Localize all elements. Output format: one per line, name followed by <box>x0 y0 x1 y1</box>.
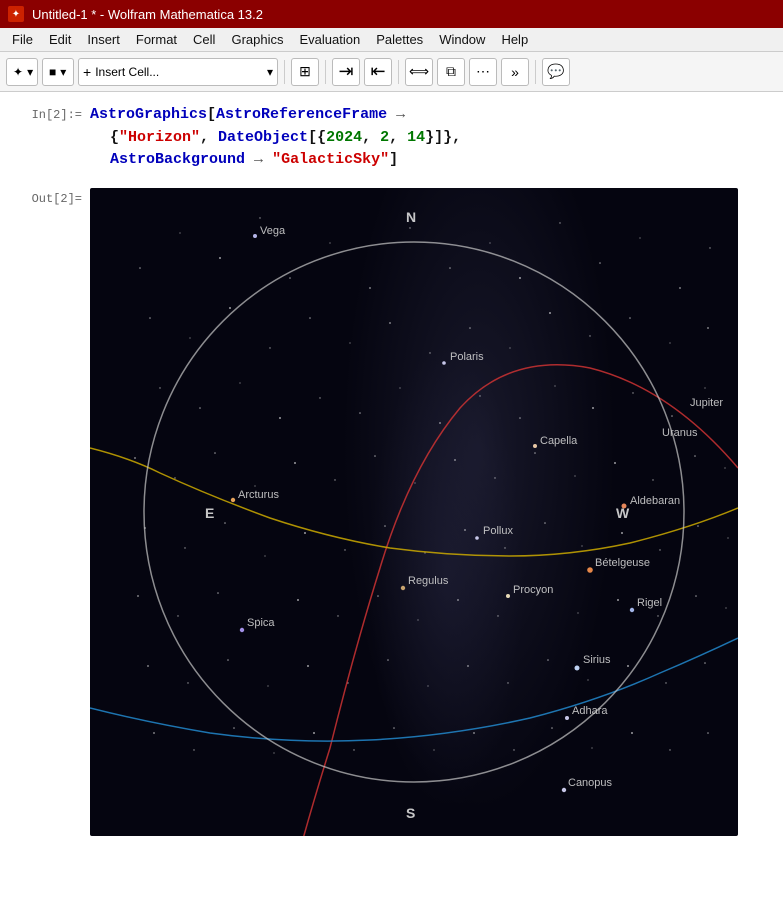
menu-window[interactable]: Window <box>431 30 493 49</box>
cell-style-icon: ✦ <box>13 65 23 79</box>
toolbar: ✦ ▾ ■ ▾ + Insert Cell... ▾ ⊞ ⇥ ⇤ ⟺ ⧉ ⋯ »… <box>0 52 783 92</box>
menu-cell[interactable]: Cell <box>185 30 223 49</box>
label-vega: Vega <box>260 225 286 237</box>
separator-4 <box>535 60 536 84</box>
eval-out-btn[interactable]: ⇤ <box>364 58 392 86</box>
label-polaris: Polaris <box>450 351 484 363</box>
astro-graphics-output[interactable]: N S E W Vega Polaris Capella Arcturus Po… <box>90 188 738 836</box>
insert-cell-label: Insert Cell... <box>95 65 159 79</box>
astro-svg: N S E W Vega Polaris Capella Arcturus Po… <box>90 188 738 836</box>
string-sky: "GalacticSky" <box>272 151 389 168</box>
menu-palettes[interactable]: Palettes <box>368 30 431 49</box>
menu-edit[interactable]: Edit <box>41 30 79 49</box>
menu-bar: File Edit Insert Format Cell Graphics Ev… <box>0 28 783 52</box>
param-background: AstroBackground <box>110 151 245 168</box>
chat-btn[interactable]: 💬 <box>542 58 570 86</box>
label-adhara: Adhara <box>572 705 608 717</box>
app-icon: ✦ <box>8 6 24 22</box>
plus-icon: + <box>83 64 91 80</box>
label-betelgeuse: Bételgeuse <box>595 557 650 569</box>
label-procyon: Procyon <box>513 584 553 596</box>
string-horizon: "Horizon" <box>119 129 200 146</box>
label-spica: Spica <box>247 617 275 629</box>
menu-format[interactable]: Format <box>128 30 185 49</box>
code-line-1: AstroGraphics[AstroReferenceFrame → <box>90 104 767 127</box>
notebook: In[2]:= AstroGraphics[AstroReferenceFram… <box>0 92 783 913</box>
cell-type-dropdown[interactable]: ■ ▾ <box>42 58 74 86</box>
horizon-circle <box>144 242 684 782</box>
south-label: S <box>406 805 415 821</box>
label-jupiter: Jupiter <box>690 397 723 409</box>
code-line-3: AstroBackground → "GalacticSky"] <box>90 149 767 172</box>
param-name: AstroReferenceFrame <box>216 106 387 123</box>
in-bracket: In[2]:= <box>32 108 82 122</box>
input-code: AstroGraphics[AstroReferenceFrame → {"Ho… <box>90 104 767 172</box>
dropdown-arrow2: ▾ <box>60 65 66 79</box>
insert-cell-btn[interactable]: + Insert Cell... ▾ <box>78 58 278 86</box>
out-bracket: Out[2]= <box>32 192 82 206</box>
break-btn[interactable]: ⟺ <box>405 58 433 86</box>
separator-1 <box>284 60 285 84</box>
dropdown-arrow: ▾ <box>27 65 33 79</box>
label-regulus: Regulus <box>408 575 449 587</box>
title-bar: ✦ Untitled-1 * - Wolfram Mathematica 13.… <box>0 0 783 28</box>
label-arcturus: Arcturus <box>238 489 279 501</box>
insert-cell-arrow: ▾ <box>267 65 273 79</box>
celestial-equator-arc <box>90 638 738 741</box>
west-label: W <box>616 505 630 521</box>
input-content[interactable]: AstroGraphics[AstroReferenceFrame → {"Ho… <box>90 104 783 172</box>
chevron-btn[interactable]: » <box>501 58 529 86</box>
label-canopus: Canopus <box>568 777 613 789</box>
separator-2 <box>325 60 326 84</box>
output-cell-row: Out[2]= <box>0 182 783 838</box>
label-sirius: Sirius <box>583 654 611 666</box>
copy-btn[interactable]: ⧉ <box>437 58 465 86</box>
label-uranus: Uranus <box>662 427 698 439</box>
label-pollux: Pollux <box>483 525 513 537</box>
label-aldebaran: Aldebaran <box>630 495 680 507</box>
input-label: In[2]:= <box>0 104 90 122</box>
input-cell-row: In[2]:= AstroGraphics[AstroReferenceFram… <box>0 102 783 174</box>
north-label: N <box>406 209 416 225</box>
label-rigel: Rigel <box>637 597 662 609</box>
func-dateobj: DateObject <box>218 129 308 146</box>
menu-help[interactable]: Help <box>493 30 536 49</box>
eval-btn[interactable]: ⇥ <box>332 58 360 86</box>
cell-style-dropdown[interactable]: ✦ ▾ <box>6 58 38 86</box>
code-line-2: {"Horizon", DateObject[{2024, 2, 14}]}, <box>90 127 767 150</box>
expand-btn[interactable]: ⋯ <box>469 58 497 86</box>
bracket-btn[interactable]: ⊞ <box>291 58 319 86</box>
output-content: N S E W Vega Polaris Capella Arcturus Po… <box>90 188 783 836</box>
menu-evaluation[interactable]: Evaluation <box>291 30 368 49</box>
east-label: E <box>205 505 214 521</box>
menu-graphics[interactable]: Graphics <box>223 30 291 49</box>
cell-box-icon: ■ <box>49 65 56 79</box>
output-label: Out[2]= <box>0 184 90 206</box>
func-name: AstroGraphics <box>90 106 207 123</box>
separator-3 <box>398 60 399 84</box>
label-capella: Capella <box>540 435 578 447</box>
menu-file[interactable]: File <box>4 30 41 49</box>
menu-insert[interactable]: Insert <box>79 30 128 49</box>
window-title: Untitled-1 * - Wolfram Mathematica 13.2 <box>32 7 263 22</box>
